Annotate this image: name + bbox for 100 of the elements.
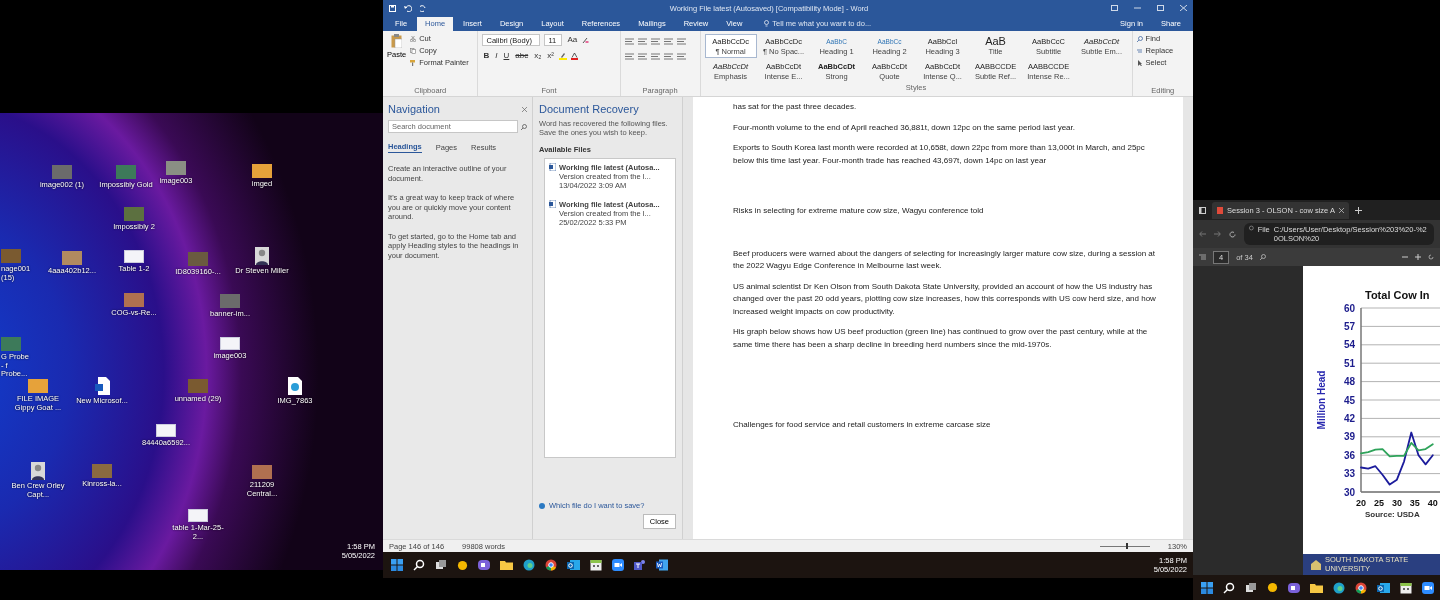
axis-tick-label: 40 [1427,498,1438,508]
axis-tick-label: 42 [1343,412,1355,424]
photo-thumbnail[interactable] [92,464,112,478]
video-camera-icon[interactable] [1422,581,1434,594]
numbering-icon[interactable] [637,38,647,45]
reload-icon[interactable] [1229,230,1236,238]
photo-thumbnail[interactable] [28,379,48,393]
format-button[interactable]: x₂ [533,51,543,61]
image-file-icon[interactable] [288,377,302,395]
photo-thumbnail[interactable] [252,465,272,479]
replace-icon [1136,47,1143,54]
photo-thumbnail[interactable] [116,165,136,179]
rotate-icon[interactable] [1428,254,1434,260]
photo-thumbnail[interactable] [124,293,144,307]
mail-icon[interactable] [567,559,580,571]
align-right-icon[interactable] [650,53,660,60]
portrait-thumbnail[interactable] [31,462,45,480]
document-icon [549,200,556,208]
browser-icon[interactable] [545,559,557,571]
document-thumbnail[interactable] [220,337,240,350]
browser-icon[interactable] [523,559,535,571]
axis-tick-label: 45 [1343,394,1355,406]
multilevel-list-icon[interactable] [650,38,660,45]
photo-thumbnail[interactable] [188,379,208,393]
format-button[interactable]: x² [546,51,555,61]
photo-thumbnail[interactable] [188,252,208,266]
building-icon [1311,559,1321,570]
chat-icon[interactable] [1288,581,1300,594]
document-thumbnail[interactable] [188,509,208,522]
axis-tick-label: 30 [1343,486,1355,498]
portrait-thumbnail[interactable] [255,247,269,265]
close-icon[interactable] [522,106,527,112]
sun-icon[interactable] [1267,582,1278,593]
minimize-icon[interactable] [1134,5,1141,11]
new-tab-icon[interactable] [1354,206,1362,214]
forward-icon[interactable] [1214,231,1221,237]
search-icon[interactable] [413,559,425,571]
sun-icon[interactable] [457,559,468,571]
start-icon[interactable] [1201,581,1213,594]
folder-icon[interactable] [1310,581,1323,594]
ribbon-options-icon[interactable] [1111,5,1118,11]
pane-title: Navigation [388,103,440,115]
photo-thumbnail[interactable] [1,249,21,263]
browser-icon[interactable] [1355,581,1367,594]
document-paragraph: Exports to South Korea last month were recorded at 10,658t, down 22pc from more than 13,000t in March, and 25pc below this time last year. Four-month trade has reached 43,697t, down 14pc on last year [733,142,1146,167]
photo-thumbnail[interactable] [124,207,144,221]
save-icon[interactable] [389,4,396,12]
highlight-icon[interactable] [558,52,567,60]
back-icon[interactable] [1199,231,1206,237]
axis-tick-label: 20 [1356,498,1366,508]
format-button[interactable]: B [482,51,491,61]
change-case-button[interactable]: Aa [566,35,579,45]
photo-thumbnail[interactable] [52,165,72,179]
clear-formatting-icon[interactable] [582,36,590,44]
photo-thumbnail[interactable] [220,294,240,308]
copy-icon [410,47,417,54]
center-icon[interactable] [637,53,647,60]
pdf-icon [1217,206,1223,214]
zoom-in-icon[interactable] [1415,254,1421,260]
mail-icon[interactable] [1377,581,1390,594]
calendar-icon[interactable] [590,559,602,571]
indent-icon[interactable] [663,38,673,45]
justify-icon[interactable] [663,53,673,60]
photo-thumbnail[interactable] [252,164,272,178]
document-heading: Challenges for food service and retail customers in extreme carcase size [733,419,992,431]
line-spacing-icon[interactable] [676,53,686,60]
search-icon[interactable] [1223,581,1235,594]
task-view-icon[interactable] [435,559,447,571]
document-thumbnail[interactable] [124,250,144,263]
slider-thumb[interactable] [1125,543,1128,549]
bullets-icon[interactable] [624,38,634,45]
align-left-icon[interactable] [624,53,634,60]
word-document-icon[interactable] [94,377,110,395]
clipboard-icon [391,34,403,48]
maximize-icon[interactable] [1157,5,1164,11]
axis-tick-label: 30 [1391,498,1402,508]
browser-icon[interactable] [1333,581,1345,594]
task-view-icon[interactable] [1245,581,1257,594]
zoom-out-icon[interactable] [1402,254,1408,260]
format-button[interactable]: I [494,51,499,61]
document-paragraph: His graph below shows how US beef production (green line) has continued to grow over the past century, while at the same time there has been a sharp decline in breeding herd numbers since the mid-1970s. [733,326,1149,351]
format-button[interactable]: abc [514,51,530,61]
redo-icon[interactable] [420,4,427,12]
tab-actions-icon[interactable] [1199,206,1206,214]
video-camera-icon[interactable] [612,559,624,571]
team-icon[interactable] [634,559,646,571]
folder-icon[interactable] [500,559,513,571]
calendar-icon[interactable] [1400,581,1412,594]
font-color-icon[interactable] [570,52,578,60]
document-thumbnail[interactable] [156,424,176,437]
sort-icon[interactable] [676,38,686,45]
format-button[interactable]: U [502,51,511,61]
document-app-icon[interactable] [656,559,668,571]
photo-thumbnail[interactable] [1,337,21,351]
chat-icon[interactable] [478,559,490,571]
start-icon[interactable] [391,559,403,571]
photo-thumbnail[interactable] [166,161,186,175]
axis-tick-label: 33 [1343,468,1355,480]
undo-icon[interactable] [404,4,412,12]
photo-thumbnail[interactable] [62,251,82,265]
